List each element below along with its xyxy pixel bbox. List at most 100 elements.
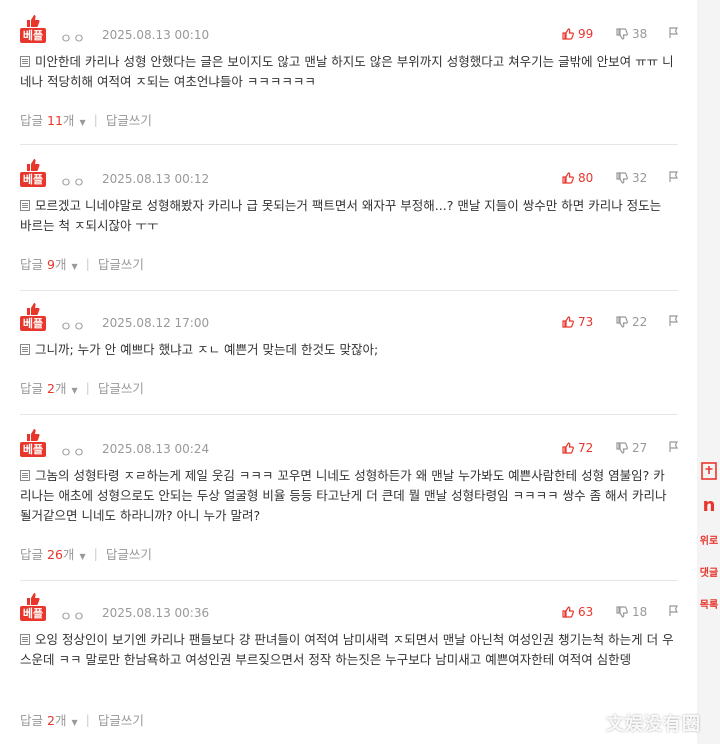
separator: | <box>93 546 98 561</box>
write-reply-link[interactable]: 답글쓰기 <box>98 710 144 729</box>
list-button[interactable]: 목록 <box>698 592 720 614</box>
comment-panel: 베플 ㅇㅇ 2025.08.13 00:10 99 38 미안한데 카리나 성형… <box>0 0 697 744</box>
dislike-button[interactable]: 38 <box>616 27 647 41</box>
like-count: 63 <box>578 605 594 619</box>
author-nickname: ㅇㅇ <box>60 320 86 335</box>
dislike-button[interactable]: 27 <box>616 441 647 455</box>
document-icon <box>20 200 30 211</box>
thumbs-down-icon <box>616 442 628 454</box>
write-reply-link[interactable]: 답글쓰기 <box>106 544 152 563</box>
author-nickname: ㅇㅇ <box>60 610 86 625</box>
best-badge-label: 베플 <box>20 606 46 621</box>
caret-down-icon: ▼ <box>71 386 78 395</box>
like-count: 72 <box>578 441 594 455</box>
comment: 베플 ㅇㅇ 2025.08.13 00:24 72 27 그놈의 성형타령 ㅈㄹ… <box>20 428 678 568</box>
author-nickname: ㅇㅇ <box>60 32 86 47</box>
caret-down-icon: ▼ <box>79 118 86 127</box>
thumbs-down-icon <box>616 606 628 618</box>
reply-toggle[interactable]: 답글 2개 ▼ <box>20 710 78 729</box>
separator: | <box>85 256 90 271</box>
like-button[interactable]: 63 <box>562 605 593 619</box>
best-badge: 베플 <box>20 14 46 44</box>
thumbs-up-icon <box>27 593 40 605</box>
like-count: 99 <box>578 27 594 41</box>
separator: | <box>93 112 98 127</box>
reply-toggle[interactable]: 답글 11개 ▼ <box>20 110 86 129</box>
dislike-count: 22 <box>632 315 648 329</box>
comment-date: 2025.08.13 00:10 <box>102 28 210 42</box>
comment: 베플 ㅇㅇ 2025.08.12 17:00 73 22 그니까; 누가 안 예… <box>20 302 678 402</box>
report-icon[interactable] <box>668 27 679 39</box>
comments-button[interactable]: 댓글 <box>698 560 720 582</box>
thumbs-up-icon <box>27 303 40 315</box>
reply-toggle[interactable]: 답글 26개 ▼ <box>20 544 86 563</box>
divider <box>20 144 678 145</box>
comment-date: 2025.08.13 00:12 <box>102 172 210 186</box>
thumbs-up-icon <box>562 28 574 40</box>
reply-count: 26 <box>47 547 63 562</box>
best-badge-label: 베플 <box>20 28 46 43</box>
best-badge: 베플 <box>20 158 46 188</box>
thumbs-up-icon <box>27 159 40 171</box>
report-icon[interactable] <box>668 315 679 327</box>
comment-date: 2025.08.13 00:24 <box>102 442 210 456</box>
dislike-button[interactable]: 32 <box>616 171 647 185</box>
author-nickname: ㅇㅇ <box>60 176 86 191</box>
scroll-top-button[interactable]: 위로 <box>698 528 720 550</box>
write-reply-link[interactable]: 답글쓰기 <box>98 254 144 273</box>
best-badge-label: 베플 <box>20 172 46 187</box>
reply-count: 2 <box>47 381 55 396</box>
thumbs-up-icon <box>562 606 574 618</box>
comment: 베플 ㅇㅇ 2025.08.13 00:12 80 32 모르겠고 니네야말로 … <box>20 158 678 278</box>
thumbs-up-icon <box>27 429 40 441</box>
report-icon[interactable] <box>668 171 679 183</box>
like-button[interactable]: 99 <box>562 27 593 41</box>
best-badge: 베플 <box>20 302 46 332</box>
reply-bar: 답글 9개 ▼ | 답글쓰기 <box>20 254 144 273</box>
dislike-button[interactable]: 22 <box>616 315 647 329</box>
best-badge: 베플 <box>20 428 46 458</box>
bookmark-button[interactable] <box>698 460 720 482</box>
document-icon <box>20 56 30 67</box>
like-button[interactable]: 72 <box>562 441 593 455</box>
watermark: 文娱没有圈 <box>606 714 701 735</box>
like-button[interactable]: 80 <box>562 171 593 185</box>
comment-text: 모르겠고 니네야말로 성형해봤자 카리나 급 못되는거 팩트면서 왜자꾸 부정해… <box>20 198 662 233</box>
document-icon <box>20 344 30 355</box>
thumbs-down-icon <box>616 28 628 40</box>
write-reply-link[interactable]: 답글쓰기 <box>106 110 152 129</box>
author-nickname: ㅇㅇ <box>60 446 86 461</box>
reply-bar: 답글 26개 ▼ | 답글쓰기 <box>20 544 152 563</box>
thumbs-up-icon <box>562 442 574 454</box>
comment: 베플 ㅇㅇ 2025.08.13 00:36 63 18 오잉 정상인이 보기엔… <box>20 592 678 732</box>
thumbs-up-icon <box>562 316 574 328</box>
best-badge-label: 베플 <box>20 442 46 457</box>
dislike-button[interactable]: 18 <box>616 605 647 619</box>
document-icon <box>20 634 30 645</box>
caret-down-icon: ▼ <box>71 718 78 727</box>
reply-count: 11 <box>47 113 63 128</box>
thumbs-down-icon <box>616 172 628 184</box>
reply-toggle[interactable]: 답글 9개 ▼ <box>20 254 78 273</box>
report-icon[interactable] <box>668 441 679 453</box>
divider <box>20 290 678 291</box>
write-reply-link[interactable]: 답글쓰기 <box>98 378 144 397</box>
thumbs-up-icon <box>27 15 40 27</box>
reply-toggle[interactable]: 답글 2개 ▼ <box>20 378 78 397</box>
bookmark-icon <box>701 462 717 480</box>
dislike-count: 18 <box>632 605 648 619</box>
reply-count: 9 <box>47 257 55 272</box>
reply-bar: 답글 11개 ▼ | 답글쓰기 <box>20 110 152 129</box>
caret-down-icon: ▼ <box>79 552 86 561</box>
like-button[interactable]: 73 <box>562 315 593 329</box>
comment-text: 그니까; 누가 안 예쁘다 했냐고 ㅈㄴ 예쁜거 맞는데 한것도 맞잖아; <box>20 340 675 360</box>
nate-button[interactable]: n <box>698 494 720 516</box>
reply-count: 2 <box>47 713 55 728</box>
dislike-count: 32 <box>632 171 648 185</box>
separator: | <box>85 712 90 727</box>
report-icon[interactable] <box>668 605 679 617</box>
reply-bar: 답글 2개 ▼ | 답글쓰기 <box>20 710 144 729</box>
divider <box>20 580 678 581</box>
best-badge-label: 베플 <box>20 316 46 331</box>
comment-text: 그놈의 성형타령 ㅈㄹ하는게 제일 웃김 ㅋㅋㅋ 꼬우면 니네도 성형하든가 왜… <box>20 468 667 523</box>
